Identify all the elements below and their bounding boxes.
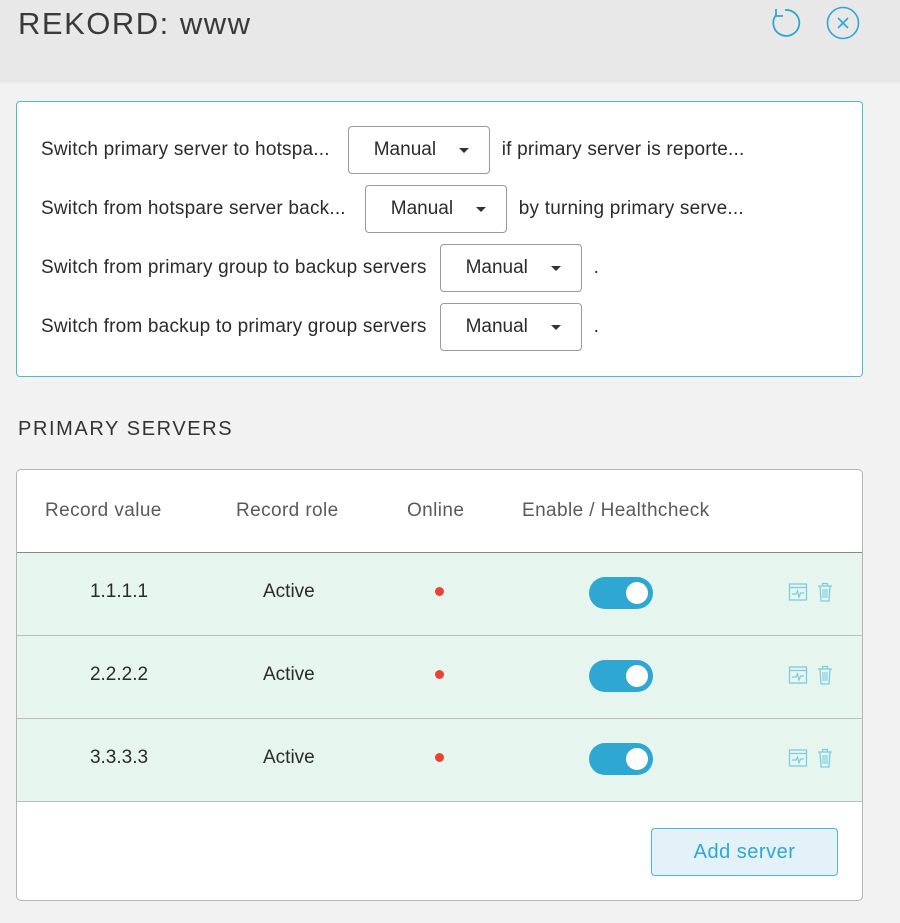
trash-icon[interactable] [815,581,835,603]
rule-mode-select[interactable]: Manual [439,303,582,351]
section-title-primary-servers: PRIMARY SERVERS [18,418,234,440]
close-icon[interactable] [826,6,860,40]
table-row: 2.2.2.2 Active [17,636,862,719]
refresh-icon[interactable] [767,5,803,41]
offline-status-dot [435,753,444,762]
record-value: 3.3.3.3 [89,747,149,768]
rule-prefix: Switch from backup to primary group serv… [41,316,427,337]
rule-prefix: Switch primary server to hotspa... [41,139,330,160]
rule-suffix: by turning primary serve... [518,198,744,219]
column-header-enable-healthcheck: Enable / Healthcheck [522,500,710,521]
trash-icon[interactable] [815,747,835,769]
rule-row: Switch from backup to primary group serv… [41,303,600,351]
table-row: 3.3.3.3 Active [17,719,862,802]
column-header-online: Online [407,500,465,521]
healthcheck-icon[interactable] [788,664,808,686]
record-role: Active [263,664,315,685]
table-header: Record value Record role Online Enable /… [17,470,862,553]
offline-status-dot [435,670,444,679]
toggle-knob [626,665,648,687]
rule-mode-value: Manual [373,139,437,160]
primary-servers-table: Record value Record role Online Enable /… [16,469,863,901]
caret-down-icon [550,325,561,330]
rule-mode-select[interactable]: Manual [364,185,507,233]
rule-row: Switch primary server to hotspa... Manua… [41,126,745,174]
rule-row: Switch from hotspare server back... Manu… [41,185,744,233]
trash-icon[interactable] [815,664,835,686]
header-bar: REKORD: www [0,0,900,83]
rule-suffix: if primary server is reporte... [501,139,745,160]
rule-mode-select[interactable]: Manual [439,244,582,292]
healthcheck-icon[interactable] [788,581,808,603]
caret-down-icon [475,207,486,212]
rule-mode-value: Manual [390,198,454,219]
column-header-record-value: Record value [45,500,162,521]
rule-mode-select[interactable]: Manual [347,126,490,174]
healthcheck-icon[interactable] [788,747,808,769]
rule-suffix: . [593,257,600,278]
switch-rules-panel: Switch primary server to hotspa... Manua… [16,101,863,377]
column-header-record-role: Record role [236,500,339,521]
offline-status-dot [435,587,444,596]
rule-row: Switch from primary group to backup serv… [41,244,600,292]
toggle-knob [626,582,648,604]
rule-mode-value: Manual [465,316,528,337]
rule-prefix: Switch from hotspare server back... [41,198,346,219]
rule-prefix: Switch from primary group to backup serv… [41,257,427,278]
page-title: REKORD: www [18,6,252,41]
record-role: Active [263,747,315,768]
record-value: 2.2.2.2 [89,664,149,685]
record-role: Active [263,581,315,602]
caret-down-icon [550,266,561,271]
rule-suffix: . [593,316,600,337]
rule-mode-value: Manual [465,257,528,278]
add-server-button[interactable]: Add server [651,828,838,876]
record-value: 1.1.1.1 [89,581,149,602]
table-row: 1.1.1.1 Active [17,553,862,636]
caret-down-icon [458,148,469,153]
enable-toggle[interactable] [589,743,653,775]
enable-toggle[interactable] [589,577,653,609]
toggle-knob [626,748,648,770]
enable-toggle[interactable] [589,660,653,692]
